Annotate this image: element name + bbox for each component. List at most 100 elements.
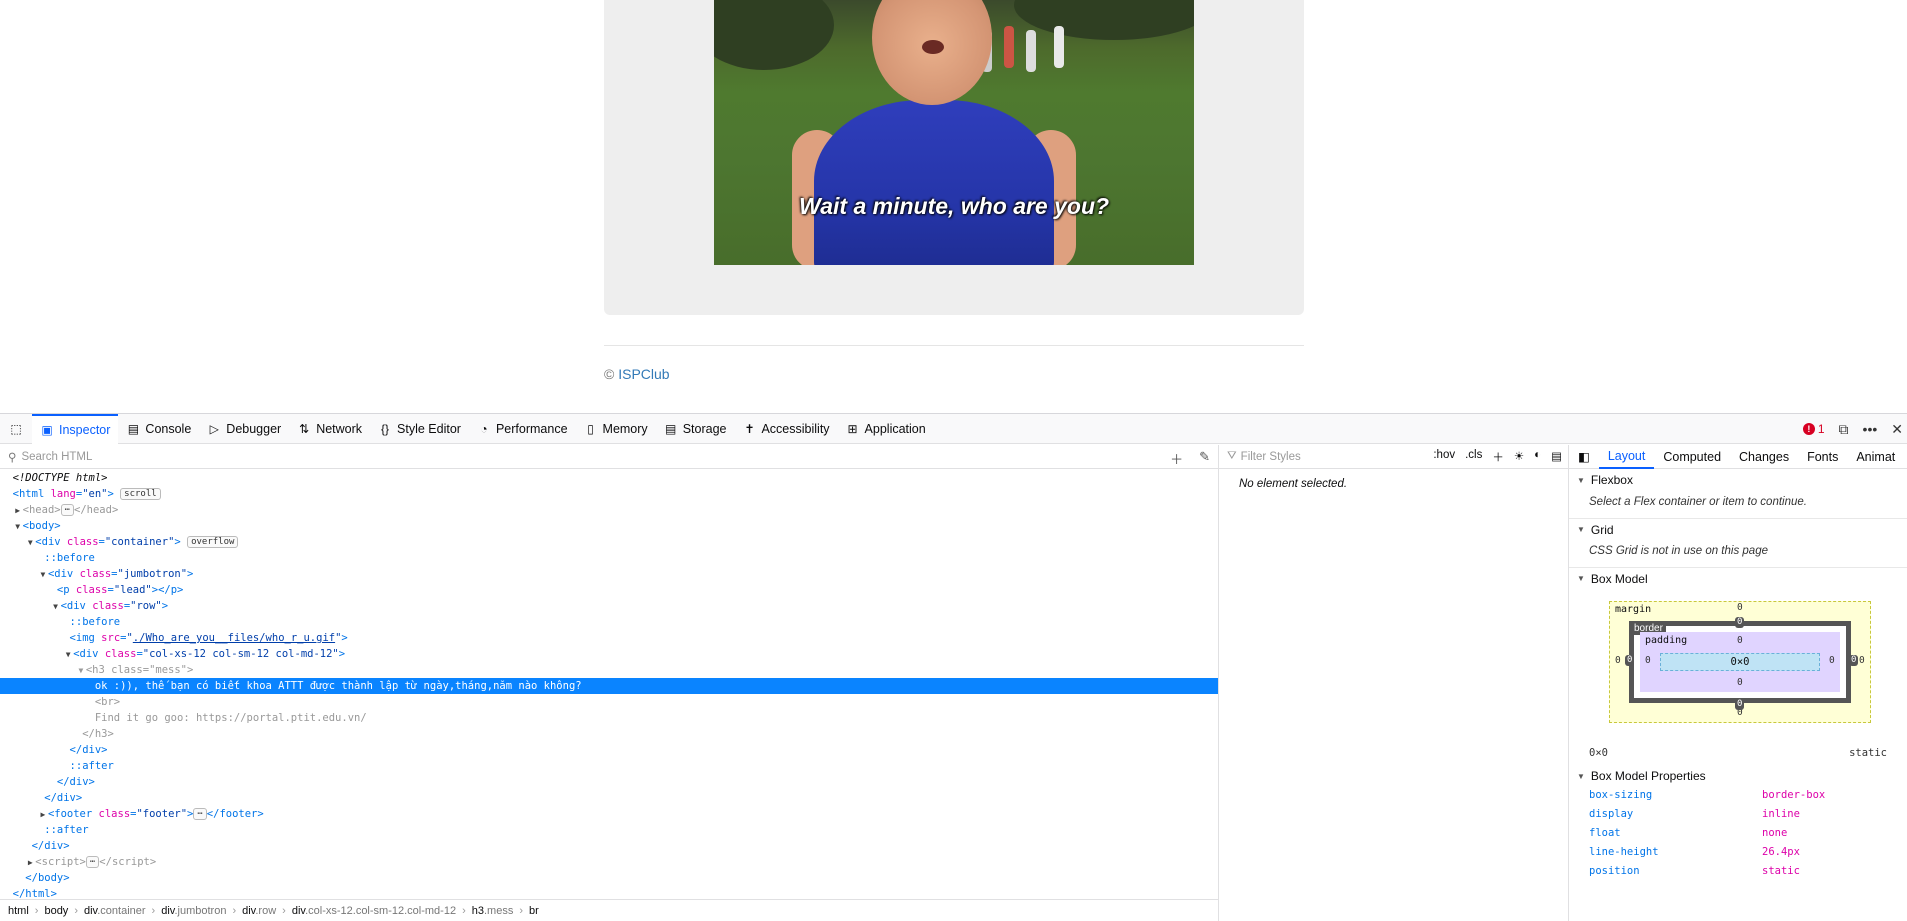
cls-toggle[interactable]: .cls xyxy=(1465,449,1482,465)
box-model-diagram: margin 0 0 0 0 border 0 0 0 0 padding 0 … xyxy=(1569,589,1907,739)
tree-line-script[interactable]: ▶ <script> ⋯ </script> xyxy=(0,854,1218,870)
tree-line-hint[interactable]: Find it go goo: https://portal.ptit.edu.… xyxy=(0,710,1218,726)
tree-line-body[interactable]: ▼ <body> xyxy=(0,518,1218,534)
markup-tree: <!DOCTYPE html> <html lang="en"> scroll … xyxy=(0,469,1218,902)
tab-memory[interactable]: ▯ Memory xyxy=(576,414,656,444)
margin-left-value[interactable]: 0 xyxy=(1615,655,1621,666)
boxmodel-props-header[interactable]: ▼ Box Model Properties xyxy=(1569,767,1907,785)
breadcrumb-item[interactable]: h3.mess xyxy=(472,905,514,917)
tree-line-selected-text[interactable]: ok :)), thế bạn có biết khoa ATTT được t… xyxy=(0,678,1218,694)
tree-line-jumbotron[interactable]: ▼ <div class="jumbotron"> xyxy=(0,566,1218,582)
tree-line-row-before[interactable]: ::before xyxy=(0,614,1218,630)
breadcrumb-item[interactable]: div.row xyxy=(242,905,276,917)
style-editor-icon: {} xyxy=(381,421,390,436)
ispclub-link[interactable]: ISPClub xyxy=(618,366,669,382)
tab-application[interactable]: ⊞ Application xyxy=(838,414,934,444)
flexbox-section-header[interactable]: ▼ Flexbox xyxy=(1569,469,1907,491)
element-picker-button[interactable]: ⬚ xyxy=(0,414,32,444)
tab-changes[interactable]: Changes xyxy=(1730,445,1798,469)
tab-layout[interactable]: Layout xyxy=(1598,445,1655,469)
tab-label: Inspector xyxy=(59,422,111,437)
inspector-icon: ▣ xyxy=(41,422,53,437)
tree-line-lead[interactable]: <p class="lead"></p> xyxy=(0,582,1218,598)
tree-line-head[interactable]: ▶ <head> ⋯ </head> xyxy=(0,502,1218,518)
tree-line-container-close[interactable]: </div> xyxy=(0,838,1218,854)
border-right-value[interactable]: 0 xyxy=(1849,655,1859,666)
footer-divider xyxy=(604,345,1304,346)
filter-styles-input[interactable]: Filter Styles xyxy=(1241,451,1301,463)
add-rule-icon[interactable]: ＋ xyxy=(1492,449,1504,465)
box-prop-row: display inline xyxy=(1569,804,1907,823)
tree-line-br[interactable]: <br> xyxy=(0,694,1218,710)
padding-bottom-value[interactable]: 0 xyxy=(1737,677,1743,688)
tree-line-before[interactable]: ::before xyxy=(0,550,1218,566)
tree-line-row-close[interactable]: </div> xyxy=(0,774,1218,790)
tree-line-row[interactable]: ▼ <div class="row"> xyxy=(0,598,1218,614)
prop-name: box-sizing xyxy=(1589,788,1653,801)
tree-line-doctype[interactable]: <!DOCTYPE html> xyxy=(0,470,1218,486)
tree-line-img[interactable]: <img src="./Who_are_you__files/who_r_u.g… xyxy=(0,630,1218,646)
padding-top-value[interactable]: 0 xyxy=(1737,635,1743,646)
tab-animations[interactable]: Animat xyxy=(1847,445,1904,469)
tab-style-editor[interactable]: {} Style Editor xyxy=(370,414,469,444)
tab-console[interactable]: ▤ Console xyxy=(118,414,199,444)
close-icon[interactable]: ✕ xyxy=(1891,421,1903,438)
margin-right-value[interactable]: 0 xyxy=(1859,655,1865,666)
breadcrumb-item[interactable]: div.col-xs-12.col-sm-12.col-md-12 xyxy=(292,905,456,917)
search-html-input[interactable]: Search HTML xyxy=(21,451,92,463)
hov-toggle[interactable]: :hov xyxy=(1433,449,1455,465)
border-top-value[interactable]: 0 xyxy=(1735,617,1745,628)
margin-top-value[interactable]: 0 xyxy=(1737,602,1743,613)
section-title: Box Model xyxy=(1590,571,1648,586)
tree-line-col[interactable]: ▼ <div class="col-xs-12 col-sm-12 col-md-… xyxy=(0,646,1218,662)
border-bottom-value[interactable]: 0 xyxy=(1735,699,1745,710)
search-html-bar[interactable]: ⚲ Search HTML ＋ ✎ xyxy=(0,445,1218,469)
rules-toolbar: ⛛ Filter Styles :hov .cls ＋ ☀ ◐ ▤ xyxy=(1219,445,1568,469)
tree-line-footer[interactable]: ▶ <footer class="footer"> ⋯ </footer> xyxy=(0,806,1218,822)
error-count-button[interactable]: ! 1 xyxy=(1802,422,1825,436)
tree-line-jumbotron-close[interactable]: </div> xyxy=(0,790,1218,806)
tab-network[interactable]: ⇅ Network xyxy=(289,414,370,444)
tree-line-after[interactable]: ::after xyxy=(0,758,1218,774)
tab-label: Performance xyxy=(495,421,568,436)
tab-accessibility[interactable]: ✝ Accessibility xyxy=(734,414,837,444)
toggle-sidebar-icon[interactable]: ◧ xyxy=(1569,445,1599,469)
dock-side-icon[interactable]: ⧉ xyxy=(1839,421,1849,438)
more-options-icon[interactable]: ••• xyxy=(1863,421,1878,437)
tree-line-col-close[interactable]: </div> xyxy=(0,742,1218,758)
breadcrumb-item[interactable]: div.jumbotron xyxy=(161,905,226,917)
tab-performance[interactable]: ◔ Performance xyxy=(469,414,576,444)
tab-storage[interactable]: ▤ Storage xyxy=(656,414,735,444)
add-node-icon[interactable]: ＋ xyxy=(1170,449,1183,468)
tab-computed[interactable]: Computed xyxy=(1654,445,1730,469)
tab-inspector[interactable]: ▣ Inspector xyxy=(32,413,119,444)
eyedropper-icon[interactable]: ✎ xyxy=(1199,449,1210,468)
memory-icon: ▯ xyxy=(587,421,594,436)
element-picker-icon: ⬚ xyxy=(10,421,22,436)
light-mode-icon[interactable]: ☀ xyxy=(1514,449,1524,465)
layout-tabs: ◧ Layout Computed Changes Fonts Animat xyxy=(1569,445,1907,469)
tree-line-body-close[interactable]: </body> xyxy=(0,870,1218,886)
breadcrumb-item[interactable]: div.container xyxy=(84,905,146,917)
tab-fonts[interactable]: Fonts xyxy=(1798,445,1847,469)
breadcrumb-item[interactable]: br xyxy=(529,905,539,917)
grid-section-header[interactable]: ▼ Grid xyxy=(1569,518,1907,540)
gif-caption: Wait a minute, who are you? xyxy=(798,193,1110,219)
boxmodel-section-header[interactable]: ▼ Box Model xyxy=(1569,567,1907,589)
tree-line-h3-close[interactable]: </h3> xyxy=(0,726,1218,742)
padding-left-value[interactable]: 0 xyxy=(1645,655,1651,666)
border-left-value[interactable]: 0 xyxy=(1625,655,1635,666)
tree-line-h3[interactable]: ▼ <h3 class="mess"> xyxy=(0,662,1218,678)
padding-right-value[interactable]: 0 xyxy=(1829,655,1835,666)
tree-line-container-after[interactable]: ::after xyxy=(0,822,1218,838)
scroll-badge[interactable]: scroll xyxy=(120,488,161,500)
print-media-icon[interactable]: ▤ xyxy=(1551,449,1562,465)
breadcrumb-item[interactable]: body xyxy=(44,905,68,917)
tree-line-container[interactable]: ▼ <div class="container"> overflow xyxy=(0,534,1218,550)
copyright-symbol: © xyxy=(604,366,615,382)
tree-line-html[interactable]: <html lang="en"> scroll xyxy=(0,486,1218,502)
breadcrumb-item[interactable]: html xyxy=(8,905,29,917)
dark-mode-icon[interactable]: ◐ xyxy=(1534,449,1541,465)
tab-debugger[interactable]: ▷ Debugger xyxy=(199,414,289,444)
overflow-badge[interactable]: overflow xyxy=(187,536,239,548)
